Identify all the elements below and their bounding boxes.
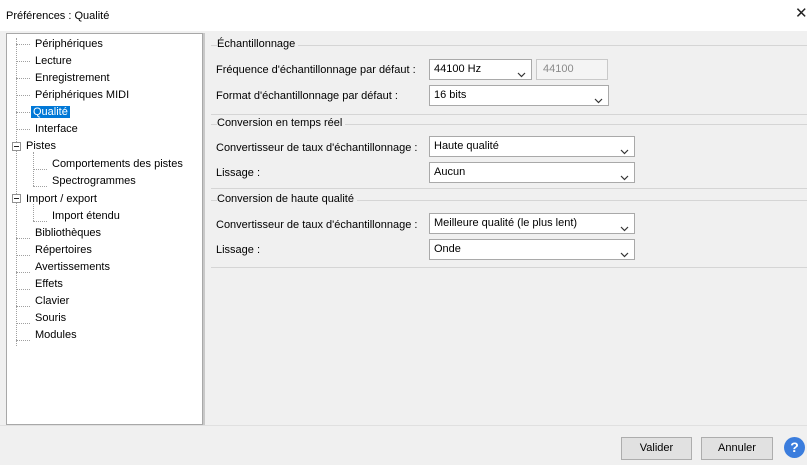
tree-item-enregistrement[interactable]: Enregistrement — [33, 70, 112, 87]
tree-item-souris[interactable]: Souris — [33, 310, 68, 327]
realtime-converter-select[interactable]: Haute qualité — [429, 136, 635, 157]
chevron-down-icon — [620, 246, 629, 265]
chevron-down-icon — [620, 169, 629, 188]
highquality-group: Conversion de haute qualité Convertisseu… — [211, 193, 807, 269]
chevron-down-icon — [517, 66, 526, 85]
realtime-group: Conversion en temps réel Convertisseur d… — [211, 117, 807, 189]
tree-item-interface[interactable]: Interface — [33, 121, 80, 138]
hq-dither-label: Lissage : — [216, 244, 261, 256]
tree-item-qualite[interactable]: Qualité — [31, 104, 70, 121]
hq-converter-select[interactable]: Meilleure qualité (le plus lent) — [429, 213, 635, 234]
sample-rate-label: Fréquence d'échantillonnage par défaut : — [216, 64, 416, 76]
tree-item-peripheriques-midi[interactable]: Périphériques MIDI — [33, 87, 131, 104]
tree-item-import-export[interactable]: Import / export — [24, 191, 99, 208]
tree-item-peripheriques[interactable]: Périphériques — [33, 36, 105, 53]
realtime-legend: Conversion en temps réel — [217, 117, 346, 129]
realtime-dither-label: Lissage : — [216, 167, 261, 179]
sample-format-label: Format d'échantillonnage par défaut : — [216, 90, 398, 102]
highquality-legend: Conversion de haute qualité — [217, 193, 357, 205]
close-icon[interactable]: ✕ — [795, 6, 807, 21]
sampling-group: Échantillonnage Fréquence d'échantillonn… — [211, 38, 807, 115]
pistes-collapse-icon[interactable] — [12, 142, 21, 151]
sampling-legend: Échantillonnage — [217, 38, 299, 50]
tree-item-spectrogrammes[interactable]: Spectrogrammes — [50, 173, 138, 190]
tree-item-lecture[interactable]: Lecture — [33, 53, 74, 70]
sample-format-select[interactable]: 16 bits — [429, 85, 609, 106]
footer-divider — [0, 425, 807, 426]
tree-item-repertoires[interactable]: Répertoires — [33, 242, 94, 259]
help-icon[interactable]: ? — [784, 437, 805, 458]
preferences-tree[interactable]: Périphériques Lecture Enregistrement Pér… — [6, 33, 203, 425]
chevron-down-icon — [620, 143, 629, 162]
tree-item-import-etendu[interactable]: Import étendu — [50, 208, 122, 225]
ok-button[interactable]: Valider — [621, 437, 692, 460]
realtime-converter-label: Convertisseur de taux d'échantillonnage … — [216, 142, 418, 154]
tree-item-clavier[interactable]: Clavier — [33, 293, 71, 310]
sample-rate-select[interactable]: 44100 Hz — [429, 59, 532, 80]
tree-item-modules[interactable]: Modules — [33, 327, 79, 344]
hq-converter-label: Convertisseur de taux d'échantillonnage … — [216, 219, 418, 231]
hq-dither-select[interactable]: Onde — [429, 239, 635, 260]
tree-item-bibliotheques[interactable]: Bibliothèques — [33, 225, 103, 242]
tree-item-avertissements[interactable]: Avertissements — [33, 259, 112, 276]
sample-rate-custom-field: 44100 — [536, 59, 608, 80]
tree-item-effets[interactable]: Effets — [33, 276, 65, 293]
chevron-down-icon — [594, 92, 603, 111]
chevron-down-icon — [620, 220, 629, 239]
title-bar: Préférences : Qualité ✕ — [0, 0, 807, 31]
tree-item-comportements-des-pistes[interactable]: Comportements des pistes — [50, 156, 185, 173]
tree-item-pistes[interactable]: Pistes — [24, 138, 58, 155]
cancel-button[interactable]: Annuler — [701, 437, 773, 460]
import-export-collapse-icon[interactable] — [12, 194, 21, 203]
realtime-dither-select[interactable]: Aucun — [429, 162, 635, 183]
settings-pane: Échantillonnage Fréquence d'échantillonn… — [203, 33, 807, 425]
window-title: Préférences : Qualité — [6, 10, 110, 22]
